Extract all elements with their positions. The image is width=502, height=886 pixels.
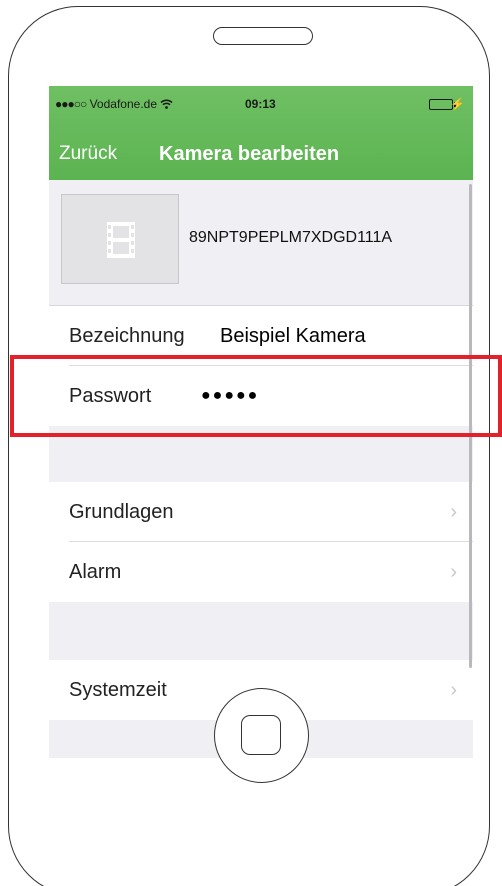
- charging-icon: ⚡: [450, 97, 465, 111]
- systemtime-label: Systemzeit: [69, 679, 167, 701]
- back-button[interactable]: Zurück: [59, 140, 117, 168]
- wifi-icon: [160, 97, 173, 111]
- menu-item-alarm[interactable]: Alarm ›: [49, 542, 473, 602]
- status-bar: ●●●○○ Vodafone.de 09:13 ⚡: [55, 96, 467, 112]
- film-icon: [107, 222, 135, 258]
- camera-thumbnail[interactable]: [61, 194, 179, 284]
- chevron-right-icon: ›: [450, 679, 457, 701]
- alarm-label: Alarm: [69, 561, 122, 583]
- menu-item-basics[interactable]: Grundlagen ›: [49, 482, 473, 542]
- chevron-right-icon: ›: [450, 501, 457, 523]
- status-left: ●●●○○ Vodafone.de: [55, 96, 173, 112]
- home-button-icon: [241, 715, 281, 755]
- chevron-right-icon: ›: [450, 561, 457, 583]
- camera-header: 89NPT9PEPLM7XDGD111A: [49, 180, 473, 306]
- camera-id: 89NPT9PEPLM7XDGD111A: [189, 229, 393, 246]
- phone-speaker: [213, 27, 313, 45]
- highlight-box: [10, 355, 502, 437]
- navigation-bar: ●●●○○ Vodafone.de 09:13 ⚡ Zurück Kamera …: [49, 86, 473, 180]
- carrier-name: Vodafone.de: [89, 97, 157, 111]
- nav-title-row: Zurück Kamera bearbeiten: [49, 140, 473, 168]
- signal-strength: ●●●○○: [55, 97, 87, 111]
- status-time: 09:13: [245, 97, 276, 111]
- basics-label: Grundlagen: [69, 501, 174, 523]
- page-title: Kamera bearbeiten: [159, 143, 340, 165]
